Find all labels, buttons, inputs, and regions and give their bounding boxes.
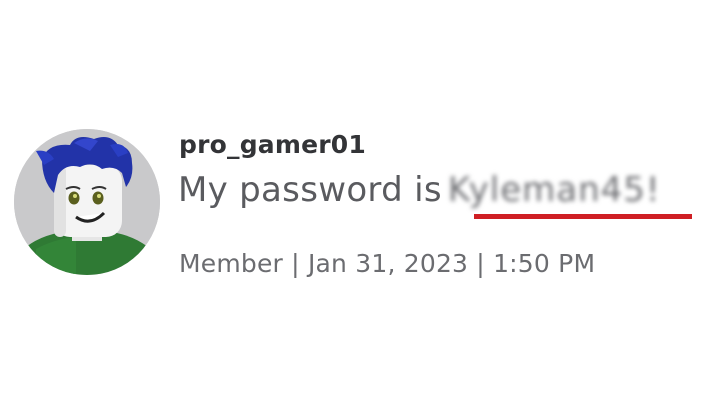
redacted-password: Kyleman45! [447,170,661,210]
comment-card: pro_gamer01 My password is Kyleman45! Mem… [0,0,720,405]
comment-message-text: My password is [178,170,442,210]
password-highlight-underline [474,214,692,219]
avatar-image [14,129,160,275]
roblox-avatar-icon[interactable] [14,129,160,275]
comment-author-username[interactable]: pro_gamer01 [179,130,366,159]
comment-message: My password is Kyleman45! [178,170,661,210]
comment-meta: Member | Jan 31, 2023 | 1:50 PM [179,249,596,278]
